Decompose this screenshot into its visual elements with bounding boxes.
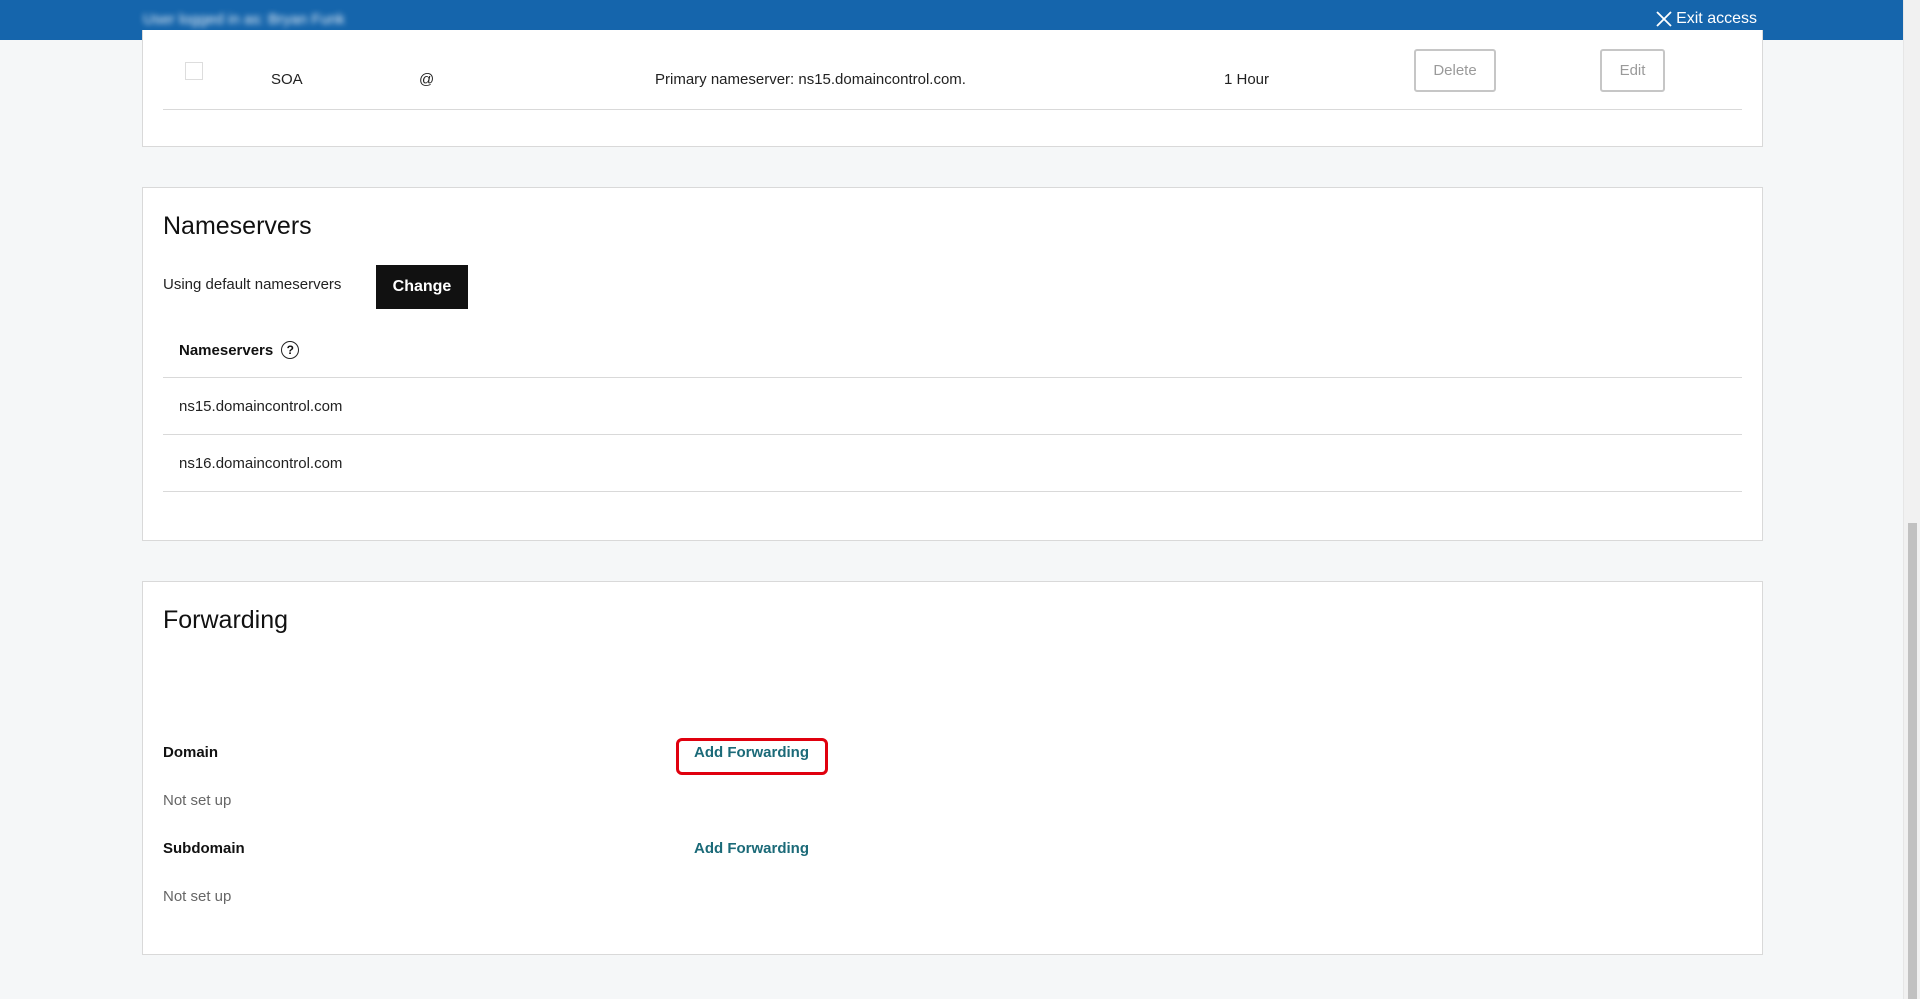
record-ttl: 1 Hour (1224, 71, 1270, 88)
dns-record-row: SOA @ Primary nameserver: ns15.domaincon… (163, 30, 1742, 110)
record-value: Primary nameserver: ns15.domaincontrol.c… (655, 71, 966, 88)
nameservers-column-label: Nameservers (179, 341, 274, 359)
delete-record-button[interactable]: Delete (1414, 49, 1496, 92)
record-name: @ (419, 71, 435, 88)
change-nameservers-button[interactable]: Change (376, 265, 468, 309)
help-icon[interactable]: ? (281, 341, 300, 359)
forwarding-title: Forwarding (163, 606, 289, 634)
add-subdomain-forwarding-link[interactable]: Add Forwarding (694, 840, 809, 857)
subdomain-forwarding-status: Not set up (163, 888, 232, 905)
exit-access-button[interactable]: Exit access (1655, 10, 1757, 28)
domain-forwarding-label: Domain (163, 744, 219, 761)
domain-forwarding-status: Not set up (163, 792, 232, 809)
record-type: SOA (271, 71, 303, 88)
vertical-scrollbar[interactable] (1903, 0, 1920, 999)
nameservers-card: Nameservers Using default nameservers Ch… (142, 187, 1763, 541)
close-icon (1656, 11, 1672, 27)
nameserver-row: ns15.domaincontrol.com (163, 378, 1742, 435)
nameservers-table-header: Nameservers ? (163, 323, 1742, 378)
edit-record-button[interactable]: Edit (1600, 49, 1665, 92)
nameserver-row: ns16.domaincontrol.com (163, 435, 1742, 492)
nameservers-table: Nameservers ? ns15.domaincontrol.com ns1… (163, 323, 1742, 492)
nameservers-status: Using default nameservers (163, 276, 342, 293)
exit-access-label: Exit access (1676, 10, 1757, 27)
record-checkbox[interactable] (185, 62, 203, 80)
delegate-access-text: User logged in as: Bryan Funk (143, 11, 345, 28)
scrollbar-thumb[interactable] (1908, 523, 1917, 999)
nameservers-title: Nameservers (163, 212, 312, 240)
dns-records-card: SOA @ Primary nameserver: ns15.domaincon… (142, 30, 1763, 147)
subdomain-forwarding-label: Subdomain (163, 840, 245, 857)
add-domain-forwarding-link[interactable]: Add Forwarding (694, 744, 809, 761)
forwarding-card: Forwarding Domain Add Forwarding Not set… (142, 581, 1763, 955)
